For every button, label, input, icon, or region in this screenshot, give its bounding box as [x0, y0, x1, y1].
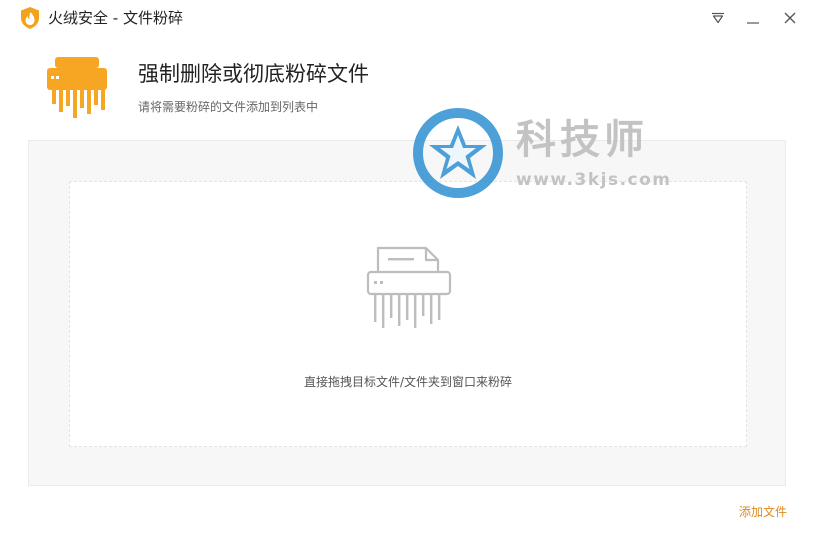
page-subtitle: 请将需要粉碎的文件添加到列表中	[138, 100, 319, 114]
window-title: 火绒安全 - 文件粉碎	[48, 9, 183, 27]
watermark-url: www.3kjs.com	[516, 170, 672, 190]
add-files-button[interactable]: 添加文件	[739, 504, 787, 520]
star-badge-icon	[413, 108, 503, 198]
close-icon	[784, 12, 796, 24]
shredder-outline-icon	[366, 246, 452, 328]
watermark-brand: 科技师	[516, 117, 648, 163]
huorong-flame-shield-icon	[21, 7, 39, 29]
page-title: 强制删除或彻底粉碎文件	[138, 62, 369, 86]
shredder-icon	[47, 57, 107, 118]
drop-hint: 直接拖拽目标文件/文件夹到窗口来粉碎	[303, 375, 513, 389]
minimize-icon	[747, 22, 759, 24]
close-button[interactable]	[778, 6, 802, 30]
triangle-down-menu-icon	[712, 12, 724, 24]
drop-zone[interactable]: 直接拖拽目标文件/文件夹到窗口来粉碎	[69, 181, 747, 447]
file-list-panel: 直接拖拽目标文件/文件夹到窗口来粉碎	[28, 140, 786, 486]
title-bar: 火绒安全 - 文件粉碎	[0, 0, 814, 36]
menu-button[interactable]	[706, 6, 730, 30]
minimize-button[interactable]	[741, 6, 765, 30]
